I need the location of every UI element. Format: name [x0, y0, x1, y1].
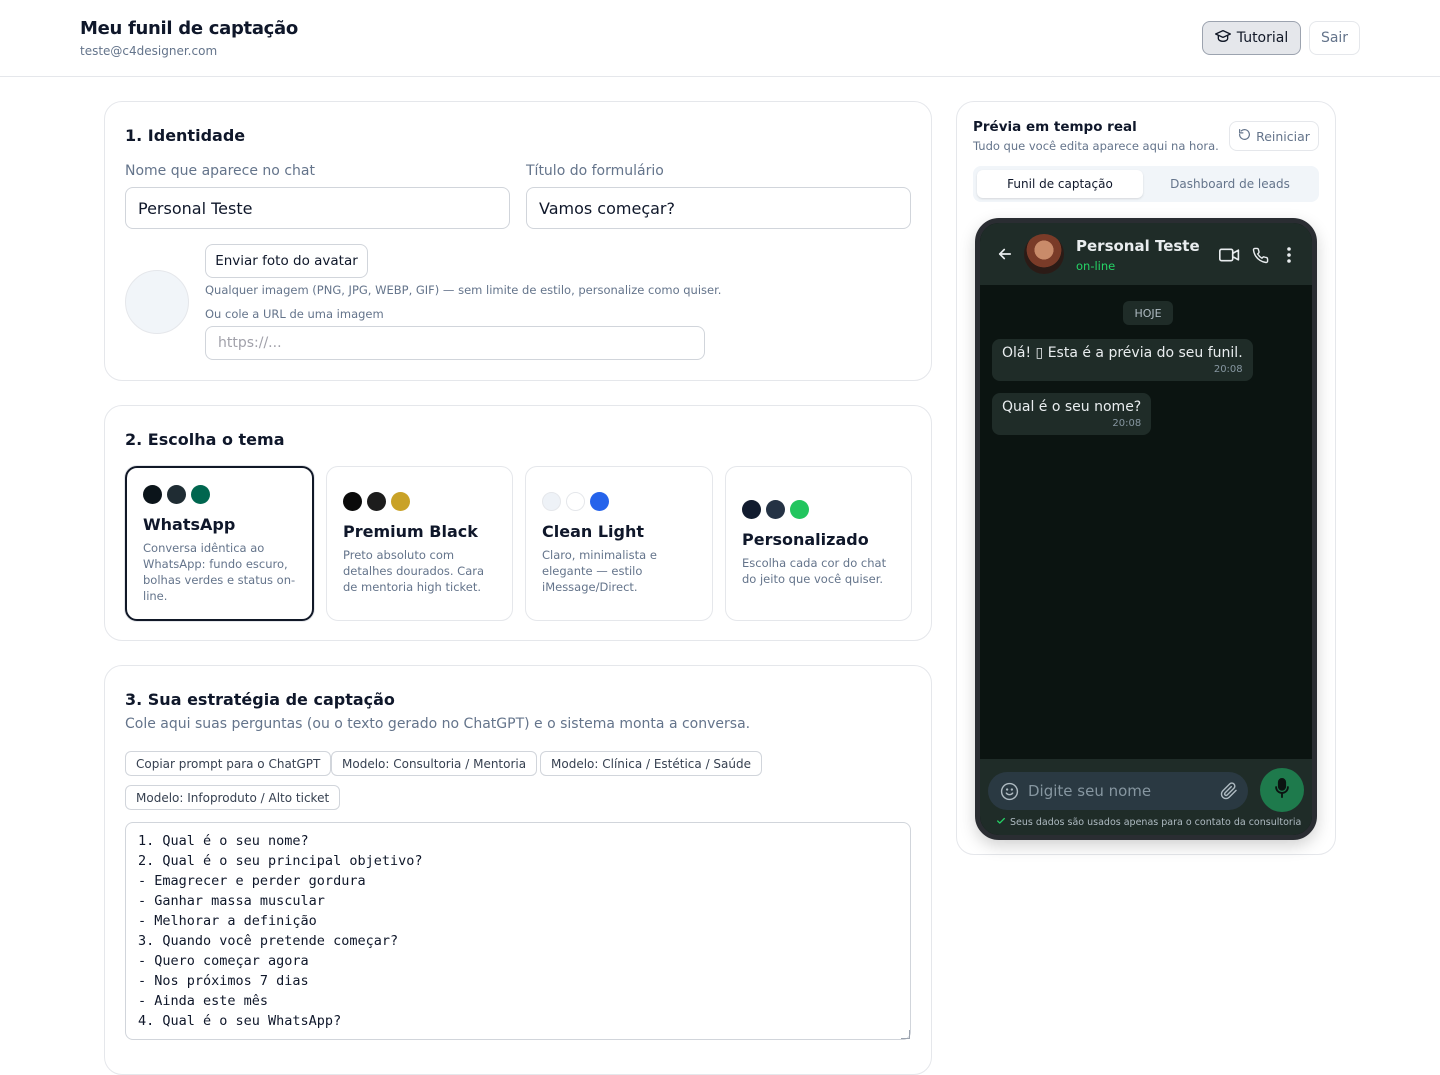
preview-card: Prévia em tempo real Tudo que você edita… [956, 101, 1336, 855]
theme-title: 2. Escolha o tema [125, 430, 285, 449]
chat-footer: Digite seu nome Seus dados são usados ap… [980, 759, 1312, 835]
swatch [343, 492, 362, 511]
swatch [566, 492, 585, 511]
template-infoproduct-chip[interactable]: Modelo: Infoproduto / Alto ticket [125, 785, 341, 810]
theme-description: Preto absoluto com detalhes dourados. Ca… [343, 548, 485, 594]
copy-prompt-chip[interactable]: Copiar prompt para o ChatGPT [125, 751, 332, 776]
theme-name: Clean Light [542, 522, 645, 541]
restart-button[interactable]: Reiniciar [1229, 121, 1319, 151]
theme-name: Premium Black [343, 522, 478, 541]
swatch [790, 500, 809, 519]
swatch [542, 492, 561, 511]
chat-message: Qual é o seu nome? 20:08 [992, 393, 1152, 435]
contact-name: Personal Teste [1076, 237, 1200, 255]
identity-card: 1. Identidade Nome que aparece no chat P… [104, 101, 932, 381]
strategy-card: 3. Sua estratégia de captação Cole aqui … [104, 665, 932, 1075]
back-arrow-icon[interactable] [994, 243, 1016, 265]
theme-option-custom[interactable]: Personalizado Escolha cada cor do chat d… [725, 466, 912, 621]
chat-message: Olá! ▯ Esta é a prévia do seu funil. 20:… [992, 339, 1253, 381]
preview-tabs: Funil de captação Dashboard de leads [973, 166, 1319, 202]
swatch [742, 500, 761, 519]
url-label: Ou cole a URL de uma imagem [205, 307, 384, 321]
refresh-icon [1238, 128, 1251, 144]
privacy-note-text: Seus dados são usados apenas para o cont… [1010, 817, 1302, 828]
tab-dashboard[interactable]: Dashboard de leads [1145, 170, 1315, 198]
date-separator: HOJE [1123, 301, 1173, 325]
theme-swatches [143, 485, 210, 504]
more-options-icon[interactable] [1282, 244, 1296, 266]
avatar-url-input[interactable]: https://... [205, 326, 705, 360]
tutorial-label: Tutorial [1236, 30, 1289, 46]
chat-name-input[interactable]: Personal Teste [125, 187, 510, 229]
theme-swatches [542, 492, 609, 511]
check-icon [996, 816, 1006, 829]
swatch [167, 485, 186, 504]
strategy-subtitle: Cole aqui suas perguntas (ou o texto ger… [125, 716, 751, 732]
contact-avatar [1024, 234, 1064, 274]
swatch [191, 485, 210, 504]
message-text: Qual é o seu nome? [1002, 399, 1142, 415]
chat-body: HOJE Olá! ▯ Esta é a prévia do seu funil… [980, 285, 1312, 759]
graduation-cap-icon [1214, 29, 1231, 47]
theme-swatches [742, 500, 809, 519]
preview-subtitle: Tudo que você edita aparece aqui na hora… [973, 139, 1219, 153]
phone-call-icon[interactable] [1249, 244, 1271, 266]
tab-funnel[interactable]: Funil de captação [977, 170, 1143, 198]
theme-description: Conversa idêntica ao WhatsApp: fundo esc… [143, 541, 296, 603]
user-email: teste@c4designer.com [80, 44, 218, 58]
theme-option-premium-black[interactable]: Premium Black Preto absoluto com detalhe… [326, 466, 513, 621]
form-title-label: Título do formulário [526, 163, 664, 179]
microphone-icon [1274, 778, 1290, 802]
theme-option-clean-light[interactable]: Clean Light Claro, minimalista e elegant… [525, 466, 713, 621]
emoji-icon[interactable] [999, 781, 1019, 801]
top-bar: Meu funil de captação teste@c4designer.c… [0, 0, 1440, 77]
privacy-note: Seus dados são usados apenas para o cont… [996, 816, 1301, 829]
theme-name: Personalizado [742, 530, 869, 549]
swatch [143, 485, 162, 504]
chat-input[interactable]: Digite seu nome [988, 772, 1248, 810]
exit-button[interactable]: Sair [1309, 21, 1360, 55]
chat-name-label: Nome que aparece no chat [125, 163, 315, 179]
theme-option-whatsapp[interactable]: WhatsApp Conversa idêntica ao WhatsApp: … [125, 466, 314, 621]
attachment-icon[interactable] [1219, 781, 1239, 801]
template-consulting-chip[interactable]: Modelo: Consultoria / Mentoria [331, 751, 538, 776]
identity-title: 1. Identidade [125, 126, 246, 145]
message-time: 20:08 [1213, 364, 1243, 375]
swatch [391, 492, 410, 511]
message-time: 20:08 [1112, 418, 1142, 429]
video-call-icon[interactable] [1217, 244, 1241, 266]
microphone-button[interactable] [1260, 768, 1304, 812]
contact-status: on-line [1076, 259, 1116, 273]
strategy-title: 3. Sua estratégia de captação [125, 690, 395, 709]
swatch [766, 500, 785, 519]
restart-label: Reiniciar [1256, 128, 1310, 144]
swatch [590, 492, 609, 511]
theme-card: 2. Escolha o tema WhatsApp Conversa idên… [104, 405, 932, 641]
chat-header: Personal Teste on-line [980, 223, 1312, 285]
phone-mockup: Personal Teste on-line HOJE Olá! ▯ Esta … [975, 218, 1317, 840]
theme-description: Escolha cada cor do chat do jeito que vo… [742, 556, 887, 586]
upload-avatar-button[interactable]: Enviar foto do avatar [205, 244, 368, 278]
page-title: Meu funil de captação [80, 18, 298, 39]
avatar-preview [125, 270, 189, 334]
chat-input-placeholder: Digite seu nome [1028, 782, 1152, 800]
theme-swatches [343, 492, 410, 511]
theme-name: WhatsApp [143, 515, 236, 534]
template-clinic-chip[interactable]: Modelo: Clínica / Estética / Saúde [540, 751, 762, 776]
theme-description: Claro, minimalista e elegante — estilo i… [542, 548, 657, 594]
swatch [367, 492, 386, 511]
upload-hint: Qualquer imagem (PNG, JPG, WEBP, GIF) — … [205, 283, 722, 297]
resize-handle[interactable] [901, 1030, 910, 1039]
form-title-input[interactable]: Vamos começar? [526, 187, 911, 229]
questions-textarea[interactable]: 1. Qual é o seu nome? 2. Qual é o seu pr… [125, 822, 911, 1040]
message-text: Olá! ▯ Esta é a prévia do seu funil. [1002, 345, 1243, 361]
preview-title: Prévia em tempo real [973, 119, 1137, 135]
tutorial-button[interactable]: Tutorial [1202, 21, 1301, 55]
